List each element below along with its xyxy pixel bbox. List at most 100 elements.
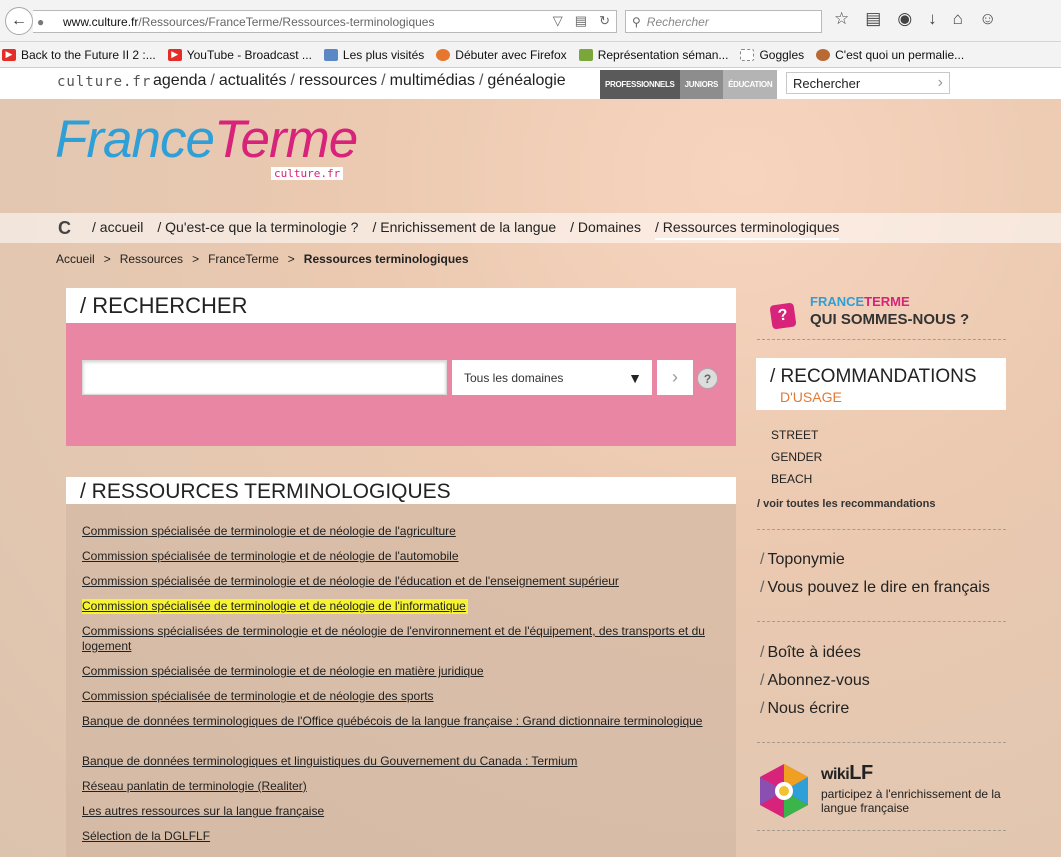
pocket-icon[interactable]: ◉ (897, 9, 912, 29)
back-button[interactable]: ← (5, 7, 33, 35)
sidebar-link-boite-idees[interactable]: / Boîte à idées (760, 644, 861, 662)
section-nav-domaines[interactable]: / Domaines (570, 219, 641, 240)
resources-header: / RESSOURCES TERMINOLOGIQUES (66, 477, 736, 504)
recommendations-subtitle: D'USAGE (780, 389, 842, 405)
search-submit-button[interactable]: › (657, 360, 693, 395)
term-search-input[interactable] (82, 360, 447, 395)
divider (757, 742, 1006, 743)
search-icon: ⚲ (632, 14, 641, 29)
domain-select[interactable]: Tous les domaines ▼ (452, 360, 652, 395)
sidebar-link-toponymie[interactable]: / Toponymie (760, 551, 845, 569)
resources-title: / RESSOURCES TERMINOLOGIQUES (80, 480, 451, 503)
url-bar[interactable]: ● www.culture.fr/Ressources/FranceTerme/… (33, 10, 617, 33)
nav-genealogie[interactable]: généalogie (487, 72, 565, 89)
who-are-we-link[interactable]: QUI SOMMES-NOUS ? (810, 311, 969, 328)
breadcrumb-current: Ressources terminologiques (303, 252, 469, 266)
reload-icon[interactable]: ↻ (599, 13, 610, 29)
bookmark-item[interactable]: Débuter avec Firefox (436, 48, 567, 62)
section-nav-enrichissement[interactable]: / Enrichissement de la langue (372, 219, 556, 240)
download-icon[interactable]: ↓ (928, 9, 937, 29)
resource-link[interactable]: Banque de données terminologiques et lin… (82, 754, 722, 769)
bookmark-item[interactable]: Goggles (740, 48, 804, 62)
section-nav-ressources[interactable]: / Ressources terminologiques (654, 219, 840, 240)
recommendation-item[interactable]: STREET (771, 428, 818, 442)
resource-link[interactable]: Commission spécialisée de terminologie e… (82, 524, 722, 539)
bookmark-star-icon[interactable]: ☆ (834, 9, 849, 29)
resource-link-highlighted[interactable]: Commission spécialisée de terminologie e… (82, 599, 468, 614)
sidebar-link-dire-en-francais[interactable]: / Vous pouvez le dire en français (760, 579, 990, 597)
sidebar-link-abonnez-vous[interactable]: / Abonnez-vous (760, 672, 870, 690)
browser-nav-bar: ← ● www.culture.fr/Ressources/FranceTerm… (0, 0, 1061, 42)
resource-link[interactable]: Les autres ressources sur la langue fran… (82, 804, 722, 819)
bookmark-item[interactable]: Représentation séman... (578, 48, 728, 62)
avatar-icon (816, 48, 831, 61)
resource-link[interactable]: Sélection de la DGLFLF (82, 829, 722, 844)
site-search-input[interactable]: Rechercher › (786, 72, 950, 94)
question-icon[interactable]: ? (769, 302, 797, 330)
reader-view-icon[interactable]: ▤ (575, 13, 587, 29)
wikilf-title[interactable]: wikiLF (821, 762, 873, 785)
resource-link[interactable]: Commission spécialisée de terminologie e… (82, 689, 722, 704)
dropdown-icon[interactable]: ▽ (553, 13, 563, 29)
resource-link[interactable]: Commission spécialisée de terminologie e… (82, 549, 722, 564)
chevron-right-icon: › (672, 367, 678, 387)
recommendation-item[interactable]: GENDER (771, 450, 822, 464)
smiley-icon[interactable]: ☺ (979, 9, 996, 29)
divider (757, 529, 1006, 530)
reading-list-icon[interactable]: ▤ (865, 9, 881, 29)
breadcrumb-franceterme[interactable]: FranceTerme (208, 252, 279, 266)
nav-multimedias[interactable]: multimédias (390, 72, 475, 89)
franceterme-logo[interactable]: FranceTerme (55, 113, 358, 166)
bookmark-item[interactable]: ▶ Back to the Future II 2 :... (2, 48, 156, 62)
help-button[interactable]: ? (697, 368, 718, 389)
bookmarks-bar: ▶ Back to the Future II 2 :... ▶ YouTube -… (0, 42, 1061, 68)
resource-link[interactable]: Réseau panlatin de terminologie (Realite… (82, 779, 722, 794)
resource-link[interactable]: Commission spécialisée de terminologie e… (82, 664, 722, 679)
top-nav: agenda / actualités / ressources / multimédias… (153, 72, 566, 89)
recommendations-title: / RECOMMANDATIONS (770, 366, 977, 387)
breadcrumb-accueil[interactable]: Accueil (56, 252, 95, 266)
wikilf-logo-icon[interactable] (758, 762, 810, 820)
wikilf-description: participez à l'enrichissement de la lang… (821, 787, 1001, 815)
resource-link[interactable]: Commission spécialisée de terminologie e… (82, 574, 722, 589)
divider (757, 830, 1006, 831)
back-arrow-icon: ← (11, 12, 27, 29)
nav-agenda[interactable]: agenda (153, 72, 206, 89)
search-title: / RECHERCHER (80, 293, 248, 318)
culture-logo[interactable]: culture.fr (57, 74, 151, 90)
leaf-icon (578, 48, 593, 61)
divider (757, 339, 1006, 340)
recommendation-item[interactable]: BEACH (771, 472, 812, 486)
youtube-icon: ▶ (2, 48, 16, 61)
audience-tabs: PROFESSIONNELS JUNIORS ÉDUCATION (600, 70, 778, 99)
resource-link[interactable]: Banque de données terminologiques de l'O… (82, 714, 722, 729)
divider (757, 621, 1006, 622)
sidebar-link-nous-ecrire[interactable]: / Nous écrire (760, 700, 849, 718)
tab-professionnels[interactable]: PROFESSIONNELS (600, 70, 680, 99)
resource-link[interactable]: Commissions spécialisées de terminologie… (82, 624, 722, 654)
firefox-icon (436, 48, 451, 61)
section-nav: C / accueil / Qu'est-ce que la terminolo… (0, 213, 1061, 243)
all-recommendations-link[interactable]: / voir toutes les recommandations (757, 498, 936, 510)
globe-icon: ● (37, 14, 45, 29)
nav-actualites[interactable]: actualités (219, 72, 287, 89)
caret-down-icon: ▼ (628, 369, 642, 386)
nav-ressources[interactable]: ressources (299, 72, 377, 89)
site-header: culture.fr agenda / actualités / ressources /… (0, 68, 1061, 99)
section-nav-accueil[interactable]: / accueil (92, 219, 143, 240)
who-brand: FRANCETERME (810, 294, 910, 309)
browser-search-input[interactable]: ⚲ Rechercher (625, 10, 822, 33)
recommendations-card: / RECOMMANDATIONS D'USAGE (756, 358, 1006, 410)
breadcrumb-ressources[interactable]: Ressources (120, 252, 183, 266)
bookmark-item[interactable]: Les plus visités (323, 48, 424, 62)
chevron-right-icon[interactable]: › (938, 74, 943, 92)
youtube-icon: ▶ (167, 48, 182, 61)
home-icon[interactable]: ⌂ (953, 9, 963, 29)
tab-juniors[interactable]: JUNIORS (679, 70, 724, 99)
section-nav-terminologie[interactable]: / Qu'est-ce que la terminologie ? (157, 219, 358, 240)
url-text: www.culture.fr/Ressources/FranceTerme/Re… (63, 14, 435, 29)
bookmark-item[interactable]: ▶ YouTube - Broadcast ... (167, 48, 312, 62)
bookmark-item[interactable]: C'est quoi un permalie... (816, 48, 964, 62)
section-logo-icon[interactable]: C (58, 218, 71, 239)
tab-education[interactable]: ÉDUCATION (723, 70, 778, 99)
